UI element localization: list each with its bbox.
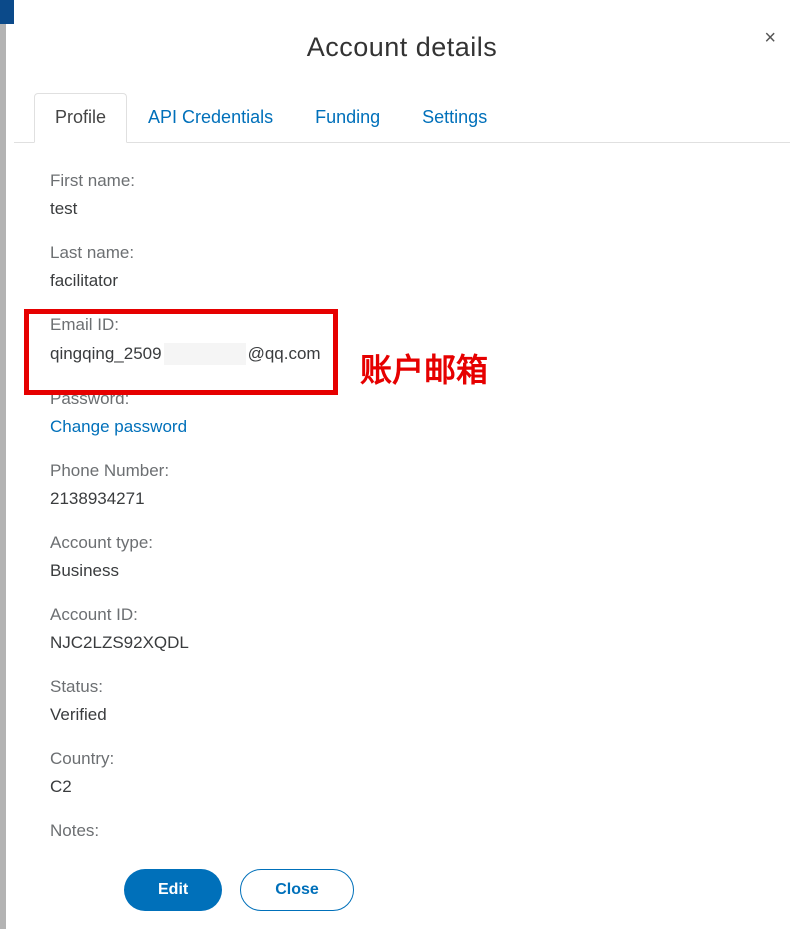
password-field: Password: Change password	[50, 389, 790, 437]
phone-label: Phone Number:	[50, 461, 790, 481]
status-field: Status: Verified	[50, 677, 790, 725]
account-type-field: Account type: Business	[50, 533, 790, 581]
modal-title: Account details	[14, 32, 790, 63]
edit-button[interactable]: Edit	[124, 869, 222, 911]
last-name-field: Last name: facilitator	[50, 243, 790, 291]
tab-bar: Profile API Credentials Funding Settings	[14, 93, 790, 143]
account-type-label: Account type:	[50, 533, 790, 553]
email-prefix: qingqing_2509	[50, 344, 162, 364]
notes-field: Notes:	[50, 821, 790, 841]
change-password-link[interactable]: Change password	[50, 417, 790, 437]
window-left-edge	[0, 0, 6, 929]
notes-label: Notes:	[50, 821, 790, 841]
profile-panel: First name: test Last name: facilitator …	[14, 143, 790, 841]
tab-api-credentials[interactable]: API Credentials	[127, 93, 294, 143]
country-value: C2	[50, 777, 790, 797]
country-label: Country:	[50, 749, 790, 769]
modal-footer: Edit Close	[14, 869, 790, 929]
account-id-value: NJC2LZS92XQDL	[50, 633, 790, 653]
first-name-value: test	[50, 199, 790, 219]
account-id-label: Account ID:	[50, 605, 790, 625]
account-type-value: Business	[50, 561, 790, 581]
email-value: qingqing_2509 @qq.com	[50, 343, 321, 365]
email-suffix: @qq.com	[248, 344, 321, 364]
password-label: Password:	[50, 389, 790, 409]
status-value: Verified	[50, 705, 790, 725]
tab-funding[interactable]: Funding	[294, 93, 401, 143]
redacted-block	[164, 343, 246, 365]
email-label: Email ID:	[50, 315, 790, 335]
status-label: Status:	[50, 677, 790, 697]
tab-profile[interactable]: Profile	[34, 93, 127, 143]
phone-value: 2138934271	[50, 489, 790, 509]
first-name-label: First name:	[50, 171, 790, 191]
account-details-modal: × Account details Profile API Credential…	[14, 0, 790, 929]
annotation-text: 账户邮箱	[360, 345, 488, 391]
country-field: Country: C2	[50, 749, 790, 797]
first-name-field: First name: test	[50, 171, 790, 219]
close-icon[interactable]: ×	[764, 28, 776, 48]
window-top-edge	[0, 0, 14, 24]
tab-settings[interactable]: Settings	[401, 93, 508, 143]
close-button[interactable]: Close	[240, 869, 354, 911]
account-id-field: Account ID: NJC2LZS92XQDL	[50, 605, 790, 653]
last-name-value: facilitator	[50, 271, 790, 291]
last-name-label: Last name:	[50, 243, 790, 263]
phone-field: Phone Number: 2138934271	[50, 461, 790, 509]
